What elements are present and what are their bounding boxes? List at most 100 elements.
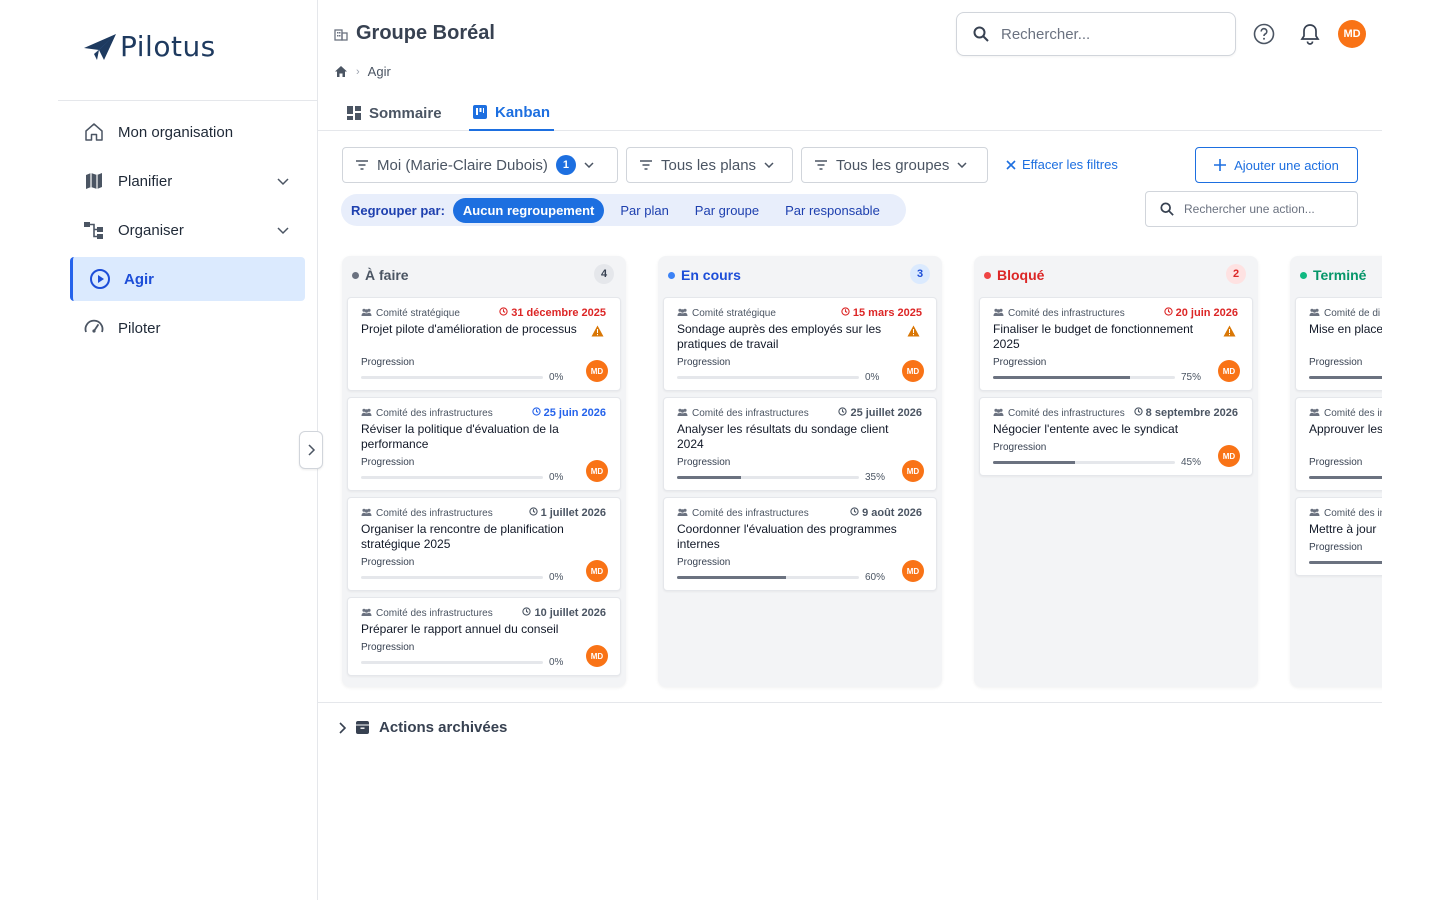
assignee-avatar[interactable]: MD bbox=[586, 645, 608, 667]
groups-filter-label: Tous les groupes bbox=[836, 156, 950, 174]
sidebar-divider bbox=[58, 100, 317, 101]
card-group: Comité des infrastructures bbox=[361, 408, 493, 419]
group-option[interactable]: Par plan bbox=[610, 198, 678, 223]
map-icon bbox=[82, 169, 106, 193]
progress-label: Progression bbox=[361, 642, 415, 653]
card-title: Réviser la politique d'évaluation de la … bbox=[361, 422, 559, 451]
logo[interactable]: Pilotus bbox=[82, 30, 216, 63]
column-title: Terminé bbox=[1313, 267, 1367, 283]
card-group: Comité des infrastructures bbox=[677, 508, 809, 519]
progress-label: Progression bbox=[1309, 542, 1363, 553]
group-option[interactable]: Aucun regroupement bbox=[452, 197, 605, 223]
warning-icon bbox=[907, 324, 920, 342]
card-group: Comité des infrastructures bbox=[993, 308, 1125, 319]
action-card[interactable]: Comité des infrastructures 20 juin 2026 Fi… bbox=[979, 297, 1253, 391]
sidebar-nav: Mon organisation Planifier Organiser Agir Pi… bbox=[70, 110, 305, 355]
group-icon bbox=[677, 408, 688, 419]
assignee-avatar[interactable]: MD bbox=[1218, 445, 1240, 467]
global-search[interactable] bbox=[956, 12, 1236, 56]
progress-fill bbox=[677, 576, 787, 579]
action-card[interactable]: Comité des infrastructures 1 juillet 2026… bbox=[347, 497, 621, 591]
action-card[interactable]: Comité stratégique 31 décembre 2025 Projet… bbox=[347, 297, 621, 391]
column-cards: Comité de di Mise en place performance Pro… bbox=[1295, 297, 1382, 582]
clear-filters-button[interactable]: Effacer les filtres bbox=[1006, 157, 1118, 172]
column-title: Bloqué bbox=[997, 267, 1045, 283]
group-icon bbox=[361, 408, 372, 419]
tab-kanban[interactable]: Kanban bbox=[469, 95, 555, 131]
progress-bar bbox=[361, 661, 543, 664]
assignee-avatar[interactable]: MD bbox=[586, 460, 608, 482]
status-dot bbox=[1300, 271, 1307, 279]
progress-bar bbox=[361, 576, 543, 579]
progress-bar bbox=[1309, 561, 1382, 564]
divider bbox=[318, 702, 1382, 703]
archived-actions-toggle[interactable]: Actions archivées bbox=[338, 719, 507, 736]
progress-bar bbox=[677, 576, 859, 579]
user-avatar[interactable]: MD bbox=[1338, 20, 1366, 48]
sidebar: Pilotus Mon organisation Planifier Organis… bbox=[0, 0, 318, 900]
add-action-button[interactable]: Ajouter une action bbox=[1195, 147, 1358, 183]
assignee-avatar[interactable]: MD bbox=[902, 460, 924, 482]
card-title: Sondage auprès des employés sur les prat… bbox=[677, 322, 882, 351]
assignee-avatar[interactable]: MD bbox=[902, 360, 924, 382]
action-card[interactable]: Comité des infrastructures 10 juillet 202… bbox=[347, 597, 621, 676]
column-count-badge: 3 bbox=[910, 264, 930, 284]
card-title: Négocier l'entente avec le syndicat bbox=[993, 422, 1179, 436]
action-card[interactable]: Comité des in Approuver les stratégiques P… bbox=[1295, 397, 1382, 491]
home-icon[interactable] bbox=[334, 65, 348, 78]
search-input[interactable] bbox=[1001, 25, 1221, 43]
clock-icon bbox=[531, 407, 541, 419]
column-title: À faire bbox=[365, 267, 409, 283]
owner-filter[interactable]: Moi (Marie-Claire Dubois) 1 bbox=[342, 147, 618, 183]
group-option[interactable]: Par groupe bbox=[685, 198, 769, 223]
action-card[interactable]: Comité des infrastructures 25 juillet 202… bbox=[663, 397, 937, 491]
action-card[interactable]: Comité des infrastructures 25 juin 2026 Ré… bbox=[347, 397, 621, 491]
status-dot bbox=[668, 271, 675, 279]
clock-icon bbox=[841, 307, 850, 319]
action-search[interactable] bbox=[1145, 191, 1358, 227]
action-card[interactable]: Comité des infrastructures 8 septembre 20… bbox=[979, 397, 1253, 476]
building-icon bbox=[334, 28, 348, 41]
card-due-date-label: 15 mars 2025 bbox=[852, 307, 922, 319]
card-due-date: 25 juillet 2026 bbox=[838, 407, 922, 419]
assignee-avatar[interactable]: MD bbox=[1218, 360, 1240, 382]
sidebar-item-organiser[interactable]: Organiser bbox=[70, 208, 305, 252]
progress-percent: 35% bbox=[865, 472, 886, 483]
action-card[interactable]: Comité des in Mettre à jour Progression bbox=[1295, 497, 1382, 576]
sidebar-item-mon-organisation[interactable]: Mon organisation bbox=[70, 110, 305, 154]
action-card[interactable]: Comité des infrastructures 9 août 2026 Coo… bbox=[663, 497, 937, 591]
group-option[interactable]: Par responsable bbox=[775, 198, 890, 223]
clock-icon bbox=[528, 507, 538, 519]
org-chart-icon bbox=[82, 218, 106, 242]
help-icon bbox=[1253, 23, 1275, 45]
action-search-input[interactable] bbox=[1184, 202, 1354, 216]
plus-icon bbox=[1214, 159, 1227, 171]
chevron-down-icon[interactable] bbox=[277, 173, 289, 191]
group-icon bbox=[1309, 308, 1320, 319]
chevron-down-icon[interactable] bbox=[277, 222, 289, 240]
progress-label: Progression bbox=[361, 357, 415, 368]
help-button[interactable] bbox=[1252, 22, 1276, 46]
sidebar-item-planifier[interactable]: Planifier bbox=[70, 159, 305, 203]
card-due-date-label: 9 août 2026 bbox=[862, 507, 922, 519]
groups-filter[interactable]: Tous les groupes bbox=[801, 147, 988, 183]
assignee-avatar[interactable]: MD bbox=[902, 560, 924, 582]
action-card[interactable]: Comité stratégique 15 mars 2025 Sondage au… bbox=[663, 297, 937, 391]
bell-icon bbox=[1300, 24, 1320, 45]
clock-icon bbox=[1134, 407, 1143, 419]
paper-plane-logo-icon bbox=[84, 33, 116, 60]
action-card[interactable]: Comité de di Mise en place performance Pro… bbox=[1295, 297, 1382, 391]
assignee-avatar[interactable]: MD bbox=[586, 360, 608, 382]
assignee-avatar[interactable]: MD bbox=[586, 560, 608, 582]
sidebar-item-agir[interactable]: Agir bbox=[70, 257, 305, 301]
card-group: Comité stratégique bbox=[677, 308, 776, 319]
plans-filter[interactable]: Tous les plans bbox=[626, 147, 793, 183]
tab-sommaire[interactable]: Sommaire bbox=[347, 95, 442, 131]
group-icon bbox=[1309, 508, 1320, 519]
notifications-button[interactable] bbox=[1298, 22, 1322, 46]
warning-icon bbox=[1223, 324, 1236, 342]
sidebar-item-label: Piloter bbox=[118, 319, 161, 337]
sidebar-item-piloter[interactable]: Piloter bbox=[70, 306, 305, 350]
sidebar-item-label: Mon organisation bbox=[118, 123, 234, 141]
card-title: Coordonner l'évaluation des programmes i… bbox=[677, 522, 897, 551]
